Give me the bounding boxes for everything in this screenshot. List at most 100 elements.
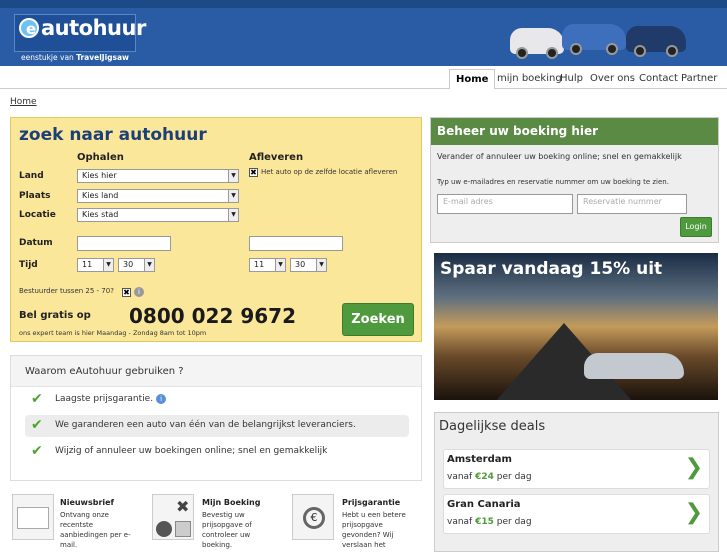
why-header: Waarom eAutohuur gebruiken ? xyxy=(11,356,421,387)
search-title: zoek naar autohuur xyxy=(19,125,207,145)
plaats-label: Plaats xyxy=(19,191,51,201)
driver-age-label: Bestuurder tussen 25 - 70? xyxy=(19,287,114,295)
manage-booking-header: Beheer uw boeking hier xyxy=(431,118,718,145)
feature-prijsgarantie[interactable]: € Prijsgarantie Hebt u een betere prijso… xyxy=(292,494,422,554)
promo-car-image xyxy=(584,353,684,379)
chevron-down-icon: ▼ xyxy=(144,259,154,271)
car-image-darkblue xyxy=(626,26,686,57)
why-panel: Waarom eAutohuur gebruiken ? ✔ Laagste p… xyxy=(10,355,422,481)
why-item: ✔ We garanderen een auto van één van de … xyxy=(25,415,409,437)
chevron-right-icon: ❯ xyxy=(684,455,703,480)
site-header: e autohuur eenstukje van TravelJigsaw xyxy=(0,0,727,66)
chevron-down-icon: ▼ xyxy=(316,259,326,271)
deal-per: per dag xyxy=(496,517,532,527)
chevron-down-icon: ▼ xyxy=(228,190,238,202)
why-item-text: Wijzig of annuleer uw boekingen online; … xyxy=(55,446,328,456)
dropoff-hour-value: 11 xyxy=(254,260,265,269)
driver-age-checkbox[interactable]: ✖ xyxy=(122,288,131,297)
daily-deals-panel: Dagelijkse deals Amsterdam vanaf €24 per… xyxy=(434,412,719,552)
main-nav: Home mijn boeking Hulp Over ons Contact … xyxy=(0,66,727,89)
why-item: ✔ Wijzig of annuleer uw boekingen online… xyxy=(25,441,409,463)
dropoff-hour-select[interactable]: 11 ▼ xyxy=(249,258,286,272)
settings-calendar-icon: ✖ xyxy=(152,494,194,540)
logo-e-badge: e xyxy=(19,18,39,38)
tijd-label: Tijd xyxy=(19,260,38,270)
feature-newsletter[interactable]: Nieuwsbrief Ontvang onze recentste aanbi… xyxy=(12,494,142,554)
deal-price-line: vanaf €15 per dag xyxy=(447,517,532,527)
same-location-checkbox[interactable]: ✖ xyxy=(249,168,258,177)
checkmark-icon: ✔ xyxy=(31,443,43,459)
why-item-text: Laagste prijsgarantie. xyxy=(55,394,154,404)
why-item: ✔ Laagste prijsgarantie. i xyxy=(25,389,409,411)
pickup-date-input[interactable] xyxy=(77,236,171,251)
land-label: Land xyxy=(19,171,44,181)
deal-item[interactable]: Amsterdam vanaf €24 per dag ❯ xyxy=(443,449,710,489)
envelope-icon xyxy=(12,494,54,540)
logo-e: e xyxy=(26,20,37,38)
phone-number: 0800 022 9672 xyxy=(129,304,297,328)
afleveren-heading: Afleveren xyxy=(249,152,304,163)
why-item-text: We garanderen een auto van één van de be… xyxy=(55,420,356,430)
car-image-blue xyxy=(562,24,626,55)
manage-booking-panel: Beheer uw boeking hier Verander of annul… xyxy=(430,117,719,243)
feature-title: Prijsgarantie xyxy=(342,498,401,507)
feature-text: Bevestig uw prijsopgave of controleer uw… xyxy=(202,511,252,549)
tagline-prefix: eenstukje van xyxy=(21,53,74,62)
checkmark-icon: ✔ xyxy=(31,417,43,433)
tagline: eenstukje van TravelJigsaw xyxy=(21,53,129,62)
locatie-select-value: Kies stad xyxy=(82,210,119,219)
info-icon[interactable]: i xyxy=(134,287,144,297)
dropoff-minute-value: 30 xyxy=(295,260,306,269)
ophalen-heading: Ophalen xyxy=(77,152,124,163)
manage-booking-text: Verander of annuleer uw boeking online; … xyxy=(437,152,682,161)
deal-city: Amsterdam xyxy=(447,454,512,465)
locatie-label: Locatie xyxy=(19,210,56,220)
deal-item[interactable]: Gran Canaria vanaf €15 per dag ❯ xyxy=(443,494,710,534)
dropoff-date-input[interactable] xyxy=(249,236,343,251)
feature-text: Ontvang onze recentste aanbiedingen per … xyxy=(60,511,131,549)
deal-per: per dag xyxy=(496,472,532,482)
manage-booking-title: Beheer uw boeking hier xyxy=(437,124,599,138)
nav-home[interactable]: Home xyxy=(449,69,496,89)
manage-booking-instructions: Typ uw e-mailadres en reservatie nummer … xyxy=(437,178,669,186)
pickup-minute-select[interactable]: 30 ▼ xyxy=(118,258,155,272)
feature-title: Mijn Boeking xyxy=(202,498,261,507)
deal-vanaf: vanaf xyxy=(447,517,473,527)
nav-partner[interactable]: Partner xyxy=(675,69,723,89)
info-icon[interactable]: i xyxy=(156,394,167,404)
car-image-white xyxy=(510,28,564,59)
feature-mijn-boeking[interactable]: ✖ Mijn Boeking Bevestig uw prijsopgave o… xyxy=(152,494,284,554)
deal-city: Gran Canaria xyxy=(447,499,521,510)
dropoff-minute-select[interactable]: 30 ▼ xyxy=(290,258,327,272)
land-select-value: Kies hier xyxy=(82,171,117,180)
promo-banner[interactable]: Spaar vandaag 15% uit xyxy=(434,253,718,400)
deal-price: €15 xyxy=(475,517,494,527)
chevron-down-icon: ▼ xyxy=(103,259,113,271)
land-select[interactable]: Kies hier ▼ xyxy=(77,169,239,183)
logo-wordmark: autohuur xyxy=(41,16,146,40)
deal-vanaf: vanaf xyxy=(447,472,473,482)
deal-price: €24 xyxy=(475,472,494,482)
site-logo[interactable]: e autohuur xyxy=(14,14,146,52)
reservation-number-field[interactable]: Reservatie nummer xyxy=(577,194,687,214)
breadcrumb[interactable]: Home xyxy=(10,97,37,107)
pickup-hour-value: 11 xyxy=(82,260,93,269)
euro-magnifier-icon: € xyxy=(292,494,334,540)
chevron-down-icon: ▼ xyxy=(228,170,238,182)
login-button[interactable]: Login xyxy=(680,217,712,237)
chevron-down-icon: ▼ xyxy=(228,209,238,221)
chevron-right-icon: ❯ xyxy=(684,500,703,525)
plaats-select-value: Kies land xyxy=(82,191,119,200)
email-field[interactable]: E-mail adres xyxy=(437,194,573,214)
pickup-minute-value: 30 xyxy=(123,260,134,269)
expert-hours: ons expert team is hier Maandag - Zondag… xyxy=(19,329,207,337)
daily-deals-title: Dagelijkse deals xyxy=(439,419,546,434)
pickup-hour-select[interactable]: 11 ▼ xyxy=(77,258,114,272)
plaats-select[interactable]: Kies land ▼ xyxy=(77,189,239,203)
bel-gratis-label: Bel gratis op xyxy=(19,310,91,321)
locatie-select[interactable]: Kies stad ▼ xyxy=(77,208,239,222)
chevron-down-icon: ▼ xyxy=(275,259,285,271)
promo-text: Spaar vandaag 15% uit xyxy=(440,259,663,279)
search-button[interactable]: Zoeken xyxy=(342,303,414,336)
tagline-brand: TravelJigsaw xyxy=(76,53,129,62)
